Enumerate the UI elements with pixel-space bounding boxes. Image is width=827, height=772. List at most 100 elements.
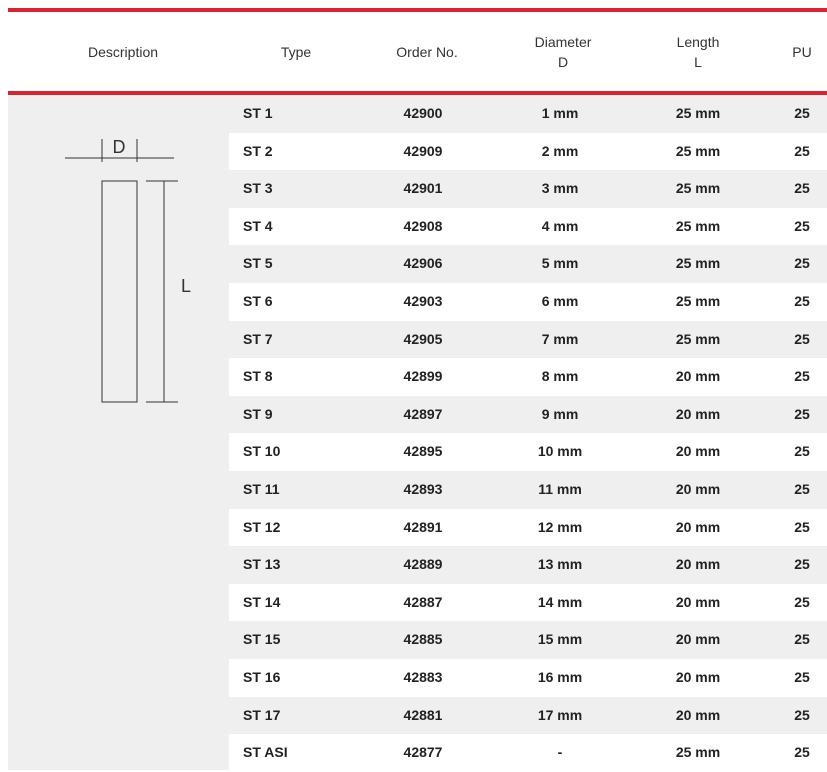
table-row: ST 3 42901 3 mm 25 mm 25 [229,170,827,208]
cell-pu: 25 [794,518,810,535]
cell-order-no: 42908 [403,217,443,234]
table-row: ST 16 42883 16 mm 20 mm 25 [229,659,827,697]
table-row: ST 7 42905 7 mm 25 mm 25 [229,320,827,359]
header-length: Length L [658,12,738,92]
cell-length: 25 mm [675,255,721,272]
pin-dimension-drawing: D L [65,137,191,403]
cell-type: ST 5 [243,255,273,272]
cell-diameter: 5 mm [541,255,579,272]
cell-length: 25 mm [675,142,721,159]
table-row: ST 13 42889 13 mm 20 mm 25 [229,546,827,584]
cell-pu: 25 [794,443,810,460]
cell-order-no: 42906 [403,255,443,272]
cell-pu: 25 [794,480,810,497]
header-length-symbol: L [694,54,702,70]
cell-pu: 25 [794,405,810,422]
cell-length: 25 mm [675,744,721,761]
cell-diameter: 14 mm [537,593,583,610]
table-row: ST 10 42895 10 mm 20 mm 25 [229,433,827,471]
cell-pu: 25 [794,292,810,309]
table-row: ST 9 42897 9 mm 20 mm 25 [229,395,827,434]
table-row: ST 17 42881 17 mm 20 mm 25 [229,696,827,735]
header-pu: PU [782,12,822,92]
cell-diameter: 11 mm [538,480,582,497]
cell-order-no: 42895 [403,443,443,460]
table-row: ST 5 42906 5 mm 25 mm 25 [229,245,827,283]
cell-length: 25 mm [675,180,721,197]
cell-diameter: 13 mm [537,556,583,573]
cell-type: ST 9 [243,405,273,422]
cell-order-no: 42889 [403,556,443,573]
header-type-label: Type [280,44,312,60]
cell-pu: 25 [794,706,810,723]
cell-pu: 25 [794,142,810,159]
cell-diameter: 7 mm [541,330,579,347]
cell-pu: 25 [794,255,810,272]
cell-type: ST 11 [243,480,280,497]
cell-type: ST 16 [243,668,281,685]
description-panel: D L [8,95,229,770]
cell-diameter: 8 mm [541,368,579,385]
table-row: ST ASI 42877 - 25 mm 25 [229,734,827,772]
cell-diameter: 17 mm [537,706,583,723]
cell-length: 20 mm [675,631,721,648]
cell-type: ST 3 [243,180,273,197]
header-order-no-label: Order No. [396,44,458,60]
cell-order-no: 42891 [403,518,443,535]
cell-diameter: 15 mm [537,631,583,648]
cell-order-no: 42897 [403,405,443,422]
table-row: ST 14 42887 14 mm 20 mm 25 [229,584,827,622]
header-diameter: Diameter D [518,12,608,92]
cell-diameter: 4 mm [541,217,579,234]
cell-type: ST 15 [243,631,281,648]
header-diameter-symbol: D [557,54,569,70]
cell-diameter: 16 mm [537,668,583,685]
cell-type: ST 6 [243,292,273,309]
cell-order-no: 42883 [403,668,443,685]
cell-type: ST 13 [243,556,281,573]
header-type: Type [266,12,326,92]
cell-type: ST 7 [243,330,273,347]
table-row: ST 12 42891 12 mm 20 mm 25 [229,509,827,547]
cell-length: 20 mm [675,668,721,685]
cell-type: ST 14 [243,593,281,610]
length-label: L [181,276,191,296]
cell-order-no: 42899 [403,368,443,385]
cell-length: 25 mm [675,217,721,234]
cell-length: 20 mm [675,593,721,610]
cell-type: ST 2 [243,142,273,159]
cell-pu: 25 [794,668,810,685]
cell-diameter: 10 mm [537,443,583,460]
cell-length: 25 mm [675,292,721,309]
cell-type: ST 4 [243,217,273,234]
header-pu-label: PU [792,44,812,60]
header-order-no: Order No. [382,12,472,92]
cell-pu: 25 [794,744,810,761]
cell-pu: 25 [794,593,810,610]
cell-length: 20 mm [675,443,721,460]
header-description: Description [58,12,188,92]
table-header: Description Type Order No. Diameter D Le… [8,12,827,92]
cell-order-no: 42901 [403,180,443,197]
cell-type: ST 10 [243,443,281,460]
cell-pu: 25 [794,631,810,648]
cell-type: ST 17 [243,706,281,723]
pin-body [101,180,138,403]
cell-length: 20 mm [675,368,721,385]
cell-pu: 25 [794,556,810,573]
cell-pu: 25 [794,330,810,347]
cell-order-no: 42881 [403,706,443,723]
cell-order-no: 42885 [403,631,443,648]
cell-pu: 25 [794,105,810,121]
cell-order-no: 42903 [403,292,443,309]
table-row: ST 8 42899 8 mm 20 mm 25 [229,358,827,396]
cell-order-no: 42893 [403,480,443,497]
header-length-label: Length [676,34,720,50]
table-row: ST 11 42893 11 mm 20 mm 25 [229,470,827,509]
cell-length: 20 mm [675,480,721,497]
header-description-label: Description [87,44,159,60]
cell-type: ST 1 [243,105,273,121]
diameter-label: D [113,137,126,157]
cell-pu: 25 [794,368,810,385]
cell-length: 20 mm [675,556,721,573]
